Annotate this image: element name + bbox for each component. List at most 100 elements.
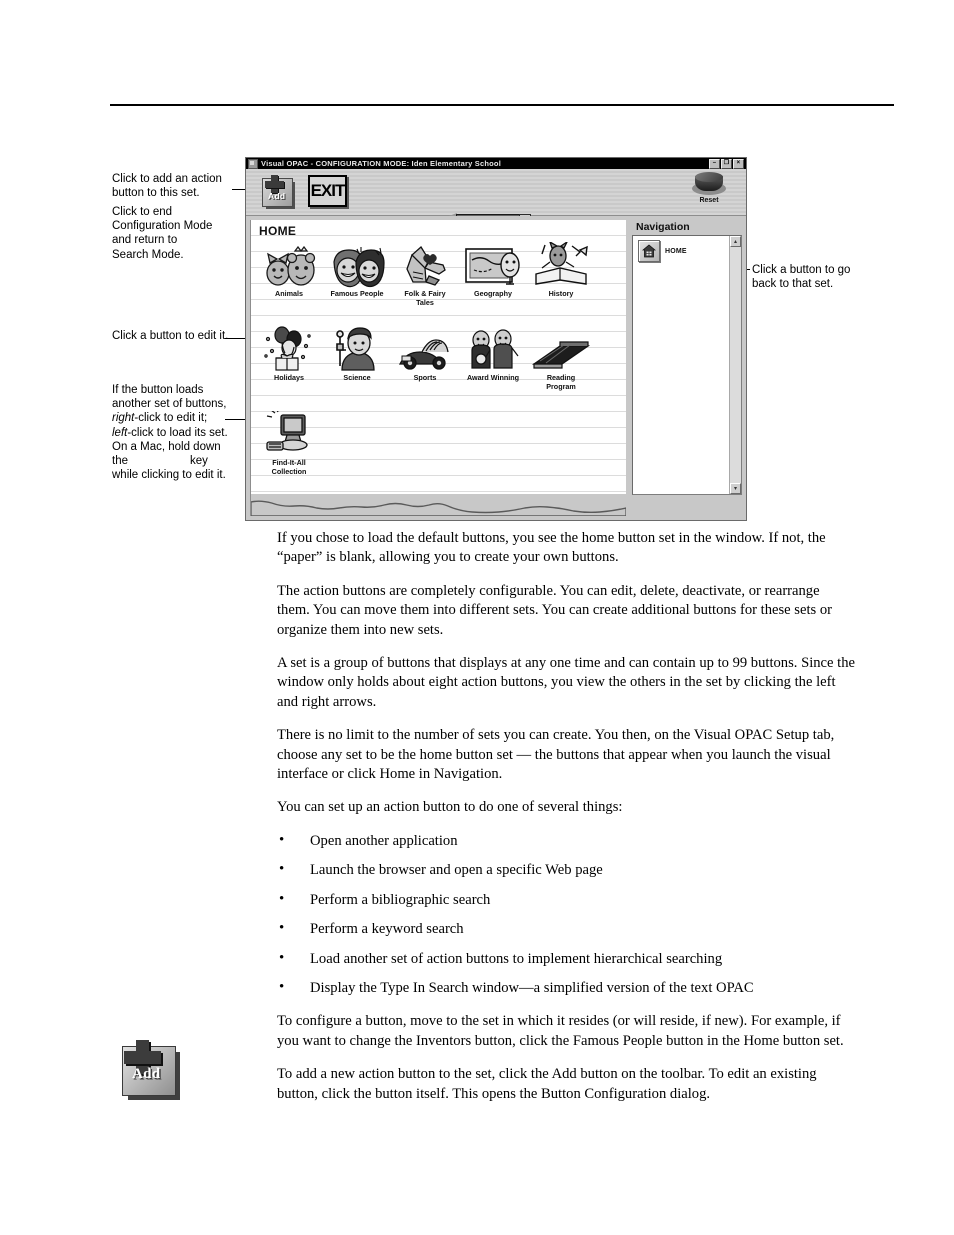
paragraph-1: If you chose to load the default buttons…: [277, 530, 826, 566]
toolbar: Add EXIT Reset: [246, 169, 746, 223]
reset-knob-icon: [692, 172, 726, 196]
callout-add-button: Click to add an action button to this se…: [112, 172, 234, 200]
bullet-item: Open another application: [277, 831, 855, 851]
action-button-label: Animals: [275, 289, 303, 298]
science-icon: [323, 327, 391, 372]
action-button-label: Science: [343, 373, 371, 383]
window-title: Visual OPAC - CONFIGURATION MODE: Iden E…: [261, 159, 501, 168]
action-button-award-winning[interactable]: Award Winning: [459, 324, 527, 391]
action-button-history[interactable]: History: [527, 240, 595, 307]
action-button-famous-people[interactable]: Famous People: [323, 240, 391, 307]
bullet-item: Launch the browser and open a specific W…: [277, 860, 855, 880]
reading-program-icon: [527, 328, 595, 372]
callout-loads-line-3: right-click to edit it;: [112, 411, 240, 425]
callout-loads-line-5: On a Mac, hold down: [112, 440, 221, 453]
action-button-reading-program[interactable]: Reading Program: [527, 324, 595, 391]
add-icon-label: Add: [132, 1066, 161, 1082]
action-button-label: History: [548, 289, 574, 298]
geography-icon: [459, 244, 527, 288]
button-row: Find-It-All Collection: [255, 409, 622, 476]
action-button-label: Geography: [474, 289, 512, 298]
action-button-sports[interactable]: Sports: [391, 324, 459, 391]
bullet-item: Display the Type In Search window—a simp…: [277, 978, 855, 998]
action-button-label: Award Winning: [466, 373, 520, 383]
callout-exit-line-4: Search Mode.: [112, 248, 184, 261]
close-button[interactable]: ×: [733, 158, 744, 169]
folk-fairy-tales-icon: [391, 244, 459, 288]
callout-navigation-button: Click a button to go back to that set.: [752, 263, 862, 291]
header-rule: [110, 104, 894, 106]
callout-add-button-text: Click to add an action button to this se…: [112, 173, 222, 200]
callout-loads-line-6: the key: [112, 454, 240, 468]
minimize-button[interactable]: –: [709, 158, 720, 169]
workspace: HOME Animals Famous People Folk & Fairy …: [246, 216, 746, 520]
reset-knob-top: [695, 172, 723, 182]
left-emphasis: left: [112, 426, 128, 439]
callout-navigation-button-text: Click a button to go back to that set.: [752, 264, 851, 291]
callout-loads-line-1: If the button loads: [112, 384, 204, 396]
body-text: If you chose to load the default buttons…: [277, 529, 855, 1118]
callout-exit-line-1: Click to end: [112, 206, 173, 218]
find-it-all-icon: [255, 411, 323, 457]
callout-exit-line-3: and return to: [112, 234, 178, 247]
action-button-label: Holidays: [274, 373, 304, 383]
callout-exit-button: Click to end Configuration Mode and retu…: [112, 205, 232, 262]
bullet-list: Open another application Launch the brow…: [277, 831, 855, 998]
reset-button[interactable]: Reset: [686, 172, 732, 214]
button-row: Holidays Science Sports Award Winning Re…: [255, 324, 622, 391]
paragraph-6: To configure a button, move to the set i…: [277, 1013, 844, 1049]
action-button-geography[interactable]: Geography: [459, 240, 527, 307]
navigation-item-home[interactable]: HOME: [633, 236, 741, 262]
animals-icon: [255, 244, 323, 288]
exit-button[interactable]: EXIT: [308, 175, 347, 207]
action-button-label: Find-It-All Collection: [271, 458, 307, 476]
callout-loads-line-4-rest: -click to load its set.: [127, 426, 228, 439]
paragraph-5: You can set up an action button to do on…: [277, 799, 623, 816]
action-button-label: Reading Program: [546, 373, 576, 391]
navigation-pane: Navigation HOME ▴ ▾: [632, 220, 742, 516]
panes: HOME Animals Famous People Folk & Fairy …: [250, 220, 742, 516]
famous-people-icon: [323, 244, 391, 288]
application-window: Visual OPAC - CONFIGURATION MODE: Iden E…: [245, 157, 747, 521]
paragraph-4: There is no limit to the number of sets …: [277, 727, 835, 783]
paragraph-7: To add a new action button to the set, c…: [277, 1066, 817, 1102]
action-button-label: Famous People: [330, 289, 384, 298]
action-button-folk-fairy-tales[interactable]: Folk & Fairy Tales: [391, 240, 459, 307]
action-button-animals[interactable]: Animals: [255, 240, 323, 307]
add-button-label: Add: [268, 191, 286, 201]
manual-page: Click to add an action button to this se…: [0, 0, 954, 1235]
button-grid: Animals Famous People Folk & Fairy Tales…: [251, 238, 626, 477]
callout-loads-line-3-rest: -click to edit it;: [134, 412, 208, 425]
action-button-find-it-all[interactable]: Find-It-All Collection: [255, 409, 323, 476]
callout-loads-line-7: while clicking to edit it.: [112, 469, 226, 482]
callout-loads-line-6-b: key: [190, 455, 208, 468]
navigation-item-label: HOME: [665, 247, 687, 255]
callout-edit-button-text: Click a button to edit it.: [112, 330, 229, 342]
torn-paper-edge: [251, 494, 626, 516]
scroll-up-button[interactable]: ▴: [730, 236, 741, 247]
app-icon: [248, 158, 258, 169]
navigation-heading: Navigation: [636, 221, 690, 233]
action-button-science[interactable]: Science: [323, 324, 391, 391]
window-controls: – ❐ ×: [709, 158, 744, 169]
action-button-label: Sports: [413, 373, 437, 383]
navigation-scrollbar[interactable]: ▴ ▾: [729, 236, 741, 494]
bullet-item: Load another set of action buttons to im…: [277, 948, 855, 969]
exit-button-label: EXIT: [310, 181, 346, 200]
restore-button[interactable]: ❐: [721, 158, 732, 169]
home-icon: [638, 240, 660, 262]
add-button-icon: Add: [120, 1040, 184, 1100]
paragraph-3: A set is a group of buttons that display…: [277, 655, 855, 710]
bullet-item: Perform a bibliographic search: [277, 890, 855, 910]
callout-loads-set: If the button loads another set of butto…: [112, 383, 240, 482]
navigation-list: HOME ▴ ▾: [632, 235, 742, 495]
title-bar: Visual OPAC - CONFIGURATION MODE: Iden E…: [246, 158, 746, 169]
callout-edit-button: Click a button to edit it.: [112, 329, 247, 343]
callout-loads-line-2: another set of buttons,: [112, 398, 227, 411]
missing-key-glyph: [128, 454, 190, 468]
add-button[interactable]: Add: [262, 175, 296, 209]
history-icon: [527, 242, 595, 288]
action-button-holidays[interactable]: Holidays: [255, 324, 323, 391]
callout-exit-line-2: Configuration Mode: [112, 220, 213, 233]
scroll-down-button[interactable]: ▾: [730, 483, 741, 494]
